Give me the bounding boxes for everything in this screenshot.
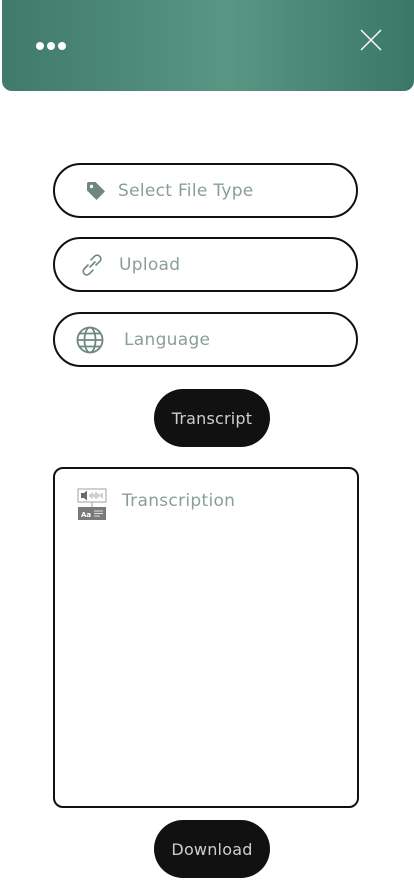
svg-text:Aa: Aa — [81, 511, 91, 519]
audio-to-text-icon: Aa — [77, 488, 107, 520]
select-file-type-label: Select File Type — [118, 180, 254, 201]
select-file-type-field[interactable]: Select File Type — [53, 163, 358, 218]
more-options-icon[interactable] — [36, 38, 76, 54]
transcription-page: Select File Type Upload Language Transcr… — [0, 0, 414, 896]
menu-dot — [47, 42, 55, 50]
language-label: Language — [124, 329, 211, 350]
language-field[interactable]: Language — [53, 312, 358, 367]
link-icon — [82, 253, 102, 276]
menu-dot — [58, 42, 66, 50]
globe-icon — [76, 326, 104, 353]
transcription-label: Transcription — [122, 491, 236, 511]
transcript-button[interactable]: Transcript — [154, 389, 270, 447]
transcription-output[interactable]: Aa Transcription — [53, 467, 359, 808]
upload-label: Upload — [119, 254, 181, 275]
close-icon[interactable] — [358, 27, 384, 53]
tag-icon — [87, 181, 105, 200]
header-bar — [2, 0, 414, 91]
download-button[interactable]: Download — [154, 820, 270, 878]
upload-field[interactable]: Upload — [53, 237, 358, 292]
menu-dot — [36, 42, 44, 50]
